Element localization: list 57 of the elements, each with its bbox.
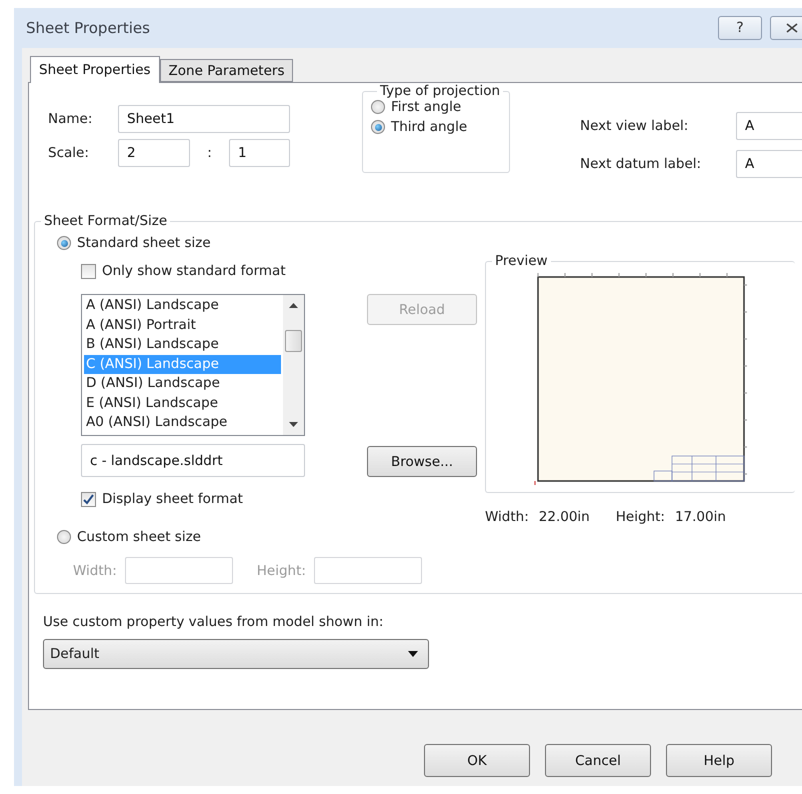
scale-label: Scale:	[48, 145, 90, 161]
checkbox-label: Display sheet format	[102, 491, 243, 507]
label-field[interactable]: A	[736, 150, 802, 178]
radio-label: First angle	[391, 99, 462, 115]
model-property-label: Use custom property values from model shown in:	[43, 614, 384, 630]
up-arrow-icon	[289, 303, 298, 308]
radio-label: Standard sheet size	[77, 235, 211, 251]
dialog-button[interactable]: Cancel	[545, 744, 651, 777]
model-dropdown[interactable]: Default	[43, 639, 429, 669]
field-label: Next datum label:	[580, 156, 702, 172]
radio-button[interactable]	[57, 236, 71, 250]
help-button[interactable]: ?	[718, 16, 762, 40]
checkmark-icon	[83, 494, 94, 504]
width-value: 22.00in	[538, 509, 590, 525]
format-list[interactable]: A (ANSI) Landscape A (ANSI) Portrait B (ANSI) Landscape C (ANSI) Landscape D (ANSI) Landscape E (ANSI) Landscape A0 (ANSI) Landscape	[81, 294, 305, 436]
tab[interactable]: Sheet Properties	[30, 56, 160, 83]
scrollbar-thumb[interactable]	[285, 330, 302, 352]
height-value: 17.00in	[674, 509, 726, 525]
tab[interactable]: Zone Parameters	[160, 59, 294, 82]
height-label: Height:	[616, 509, 665, 525]
radio-button[interactable]	[371, 120, 385, 134]
template-file-field[interactable]: c - landscape.slddrt	[81, 444, 305, 477]
checkbox[interactable]	[81, 264, 96, 278]
scale-separator: :	[206, 145, 213, 161]
close-icon	[786, 23, 798, 33]
dialog-button[interactable]: Help	[666, 744, 772, 777]
field-label: Height:	[256, 562, 306, 578]
field-label: Next view label:	[580, 118, 690, 134]
list-item[interactable]: D (ANSI) Landscape	[84, 374, 281, 394]
width-label: Width:	[485, 509, 529, 525]
window-title: Sheet Properties	[26, 19, 151, 37]
radio-button[interactable]	[57, 530, 71, 544]
checkbox[interactable]	[81, 492, 96, 506]
name-field[interactable]: Sheet1	[118, 105, 290, 133]
scale-denominator-field[interactable]: 1	[229, 139, 290, 167]
list-item[interactable]: A0 (ANSI) Landscape	[84, 413, 281, 432]
list-item[interactable]: A (ANSI) Portrait	[84, 316, 281, 335]
close-button[interactable]	[770, 16, 802, 40]
scale-numerator-field[interactable]: 2	[118, 139, 190, 167]
group-title: Sheet Format/Size	[43, 213, 168, 229]
group-title: Type of projection	[379, 83, 502, 99]
name-label: Name:	[48, 111, 94, 127]
field-label: Width:	[73, 562, 117, 578]
list-item[interactable]: A (ANSI) Landscape	[84, 296, 281, 316]
dialog-button[interactable]: OK	[424, 744, 530, 777]
radio-label: Third angle	[391, 119, 468, 135]
label-field[interactable]: A	[736, 112, 802, 140]
caret-icon	[408, 651, 418, 657]
group-title: Preview	[494, 253, 549, 269]
scrollbar[interactable]	[283, 295, 304, 435]
down-arrow-icon	[289, 422, 298, 427]
browse-button[interactable]: Browse...	[367, 446, 477, 477]
radio-button[interactable]	[371, 100, 385, 114]
list-item[interactable]: E (ANSI) Landscape	[84, 394, 281, 413]
radio-label: Custom sheet size	[77, 529, 201, 545]
list-item[interactable]: B (ANSI) Landscape	[84, 335, 281, 354]
checkbox-label: Only show standard format	[102, 263, 286, 279]
